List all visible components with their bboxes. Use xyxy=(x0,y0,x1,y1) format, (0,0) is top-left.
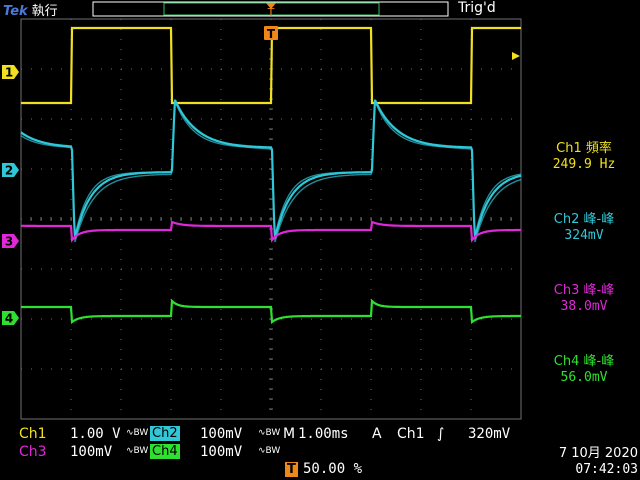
ch3-waveform xyxy=(21,220,521,243)
waveform-traces xyxy=(20,26,522,325)
ch1-marker-label: 1 xyxy=(5,66,13,80)
date: 7 10月 2020 xyxy=(558,446,638,461)
tek-logo: Tek xyxy=(3,4,28,19)
trigger-position-icon: T xyxy=(285,462,298,477)
ch4-bw-limit: ∿BW xyxy=(258,446,281,456)
timebase-prefix: M xyxy=(283,426,296,442)
ch1-scale[interactable]: 1.00 V xyxy=(70,426,121,442)
ch2-marker-label: 2 xyxy=(5,164,13,178)
ch3-bw-limit: ∿BW xyxy=(126,446,149,456)
ch3-name[interactable]: Ch3 xyxy=(19,444,47,460)
measurement-label: Ch3 峰-峰 xyxy=(553,283,615,298)
top-trigger-letter: T xyxy=(267,6,275,19)
timebase[interactable]: 1.00ms xyxy=(298,426,349,442)
ch2-bw-limit: ∿BW xyxy=(258,428,281,438)
trigger-mode[interactable]: A xyxy=(372,426,382,442)
measurement-label: Ch1 頻率 xyxy=(556,141,612,156)
trigger-position[interactable]: 50.00 % xyxy=(303,461,362,477)
date-time: 7 10月 2020 07:42:03 xyxy=(520,446,638,478)
channel-markers: 1 2 3 4 xyxy=(2,65,19,326)
time: 07:42:03 xyxy=(575,462,638,477)
trigger-state: Trig'd xyxy=(458,0,496,16)
measurement-value: 324mV xyxy=(564,228,604,243)
ch4-waveform xyxy=(20,298,521,325)
measurement-ch4[interactable]: Ch4 峰-峰 56.0mV xyxy=(528,354,640,386)
trigger-slope-icon[interactable]: ∫ xyxy=(437,426,444,442)
ch3-marker-label: 3 xyxy=(5,235,13,249)
measurement-label: Ch2 峰-峰 xyxy=(553,212,615,227)
measurement-value: 56.0mV xyxy=(560,370,608,385)
measurement-label: Ch4 峰-峰 xyxy=(553,354,615,369)
ch4-ground-marker[interactable]: 4 xyxy=(2,311,19,326)
measurement-value: 249.9 Hz xyxy=(552,157,616,172)
ch2-ground-marker[interactable]: 2 xyxy=(2,163,19,178)
ch4-name[interactable]: Ch4 xyxy=(150,444,180,459)
trigger-source[interactable]: Ch1 xyxy=(397,426,425,442)
measurement-value: 38.0mV xyxy=(560,299,608,314)
measurement-ch3[interactable]: Ch3 峰-峰 38.0mV xyxy=(528,283,640,315)
ch1-name[interactable]: Ch1 xyxy=(19,426,47,442)
measurement-ch1[interactable]: Ch1 頻率 249.9 Hz xyxy=(528,141,640,173)
brand-status: Tek 執行 xyxy=(3,0,58,19)
ch4-scale[interactable]: 100mV xyxy=(200,444,242,460)
trigger-letter: T xyxy=(267,27,276,41)
ch3-ground-marker[interactable]: 3 xyxy=(2,234,19,249)
ch1-ground-marker[interactable]: 1 xyxy=(2,65,19,80)
ch1-bw-limit: ∿BW xyxy=(126,428,149,438)
ch3-scale[interactable]: 100mV xyxy=(70,444,112,460)
trigger-level-arrow[interactable] xyxy=(512,52,520,60)
trigger-level[interactable]: 320mV xyxy=(468,426,510,442)
run-state: 執行 xyxy=(31,4,58,19)
ch2-name[interactable]: Ch2 xyxy=(150,426,180,441)
measurement-ch2[interactable]: Ch2 峰-峰 324mV xyxy=(528,212,640,244)
ch4-marker-label: 4 xyxy=(5,312,13,326)
ch2-scale[interactable]: 100mV xyxy=(200,426,242,442)
